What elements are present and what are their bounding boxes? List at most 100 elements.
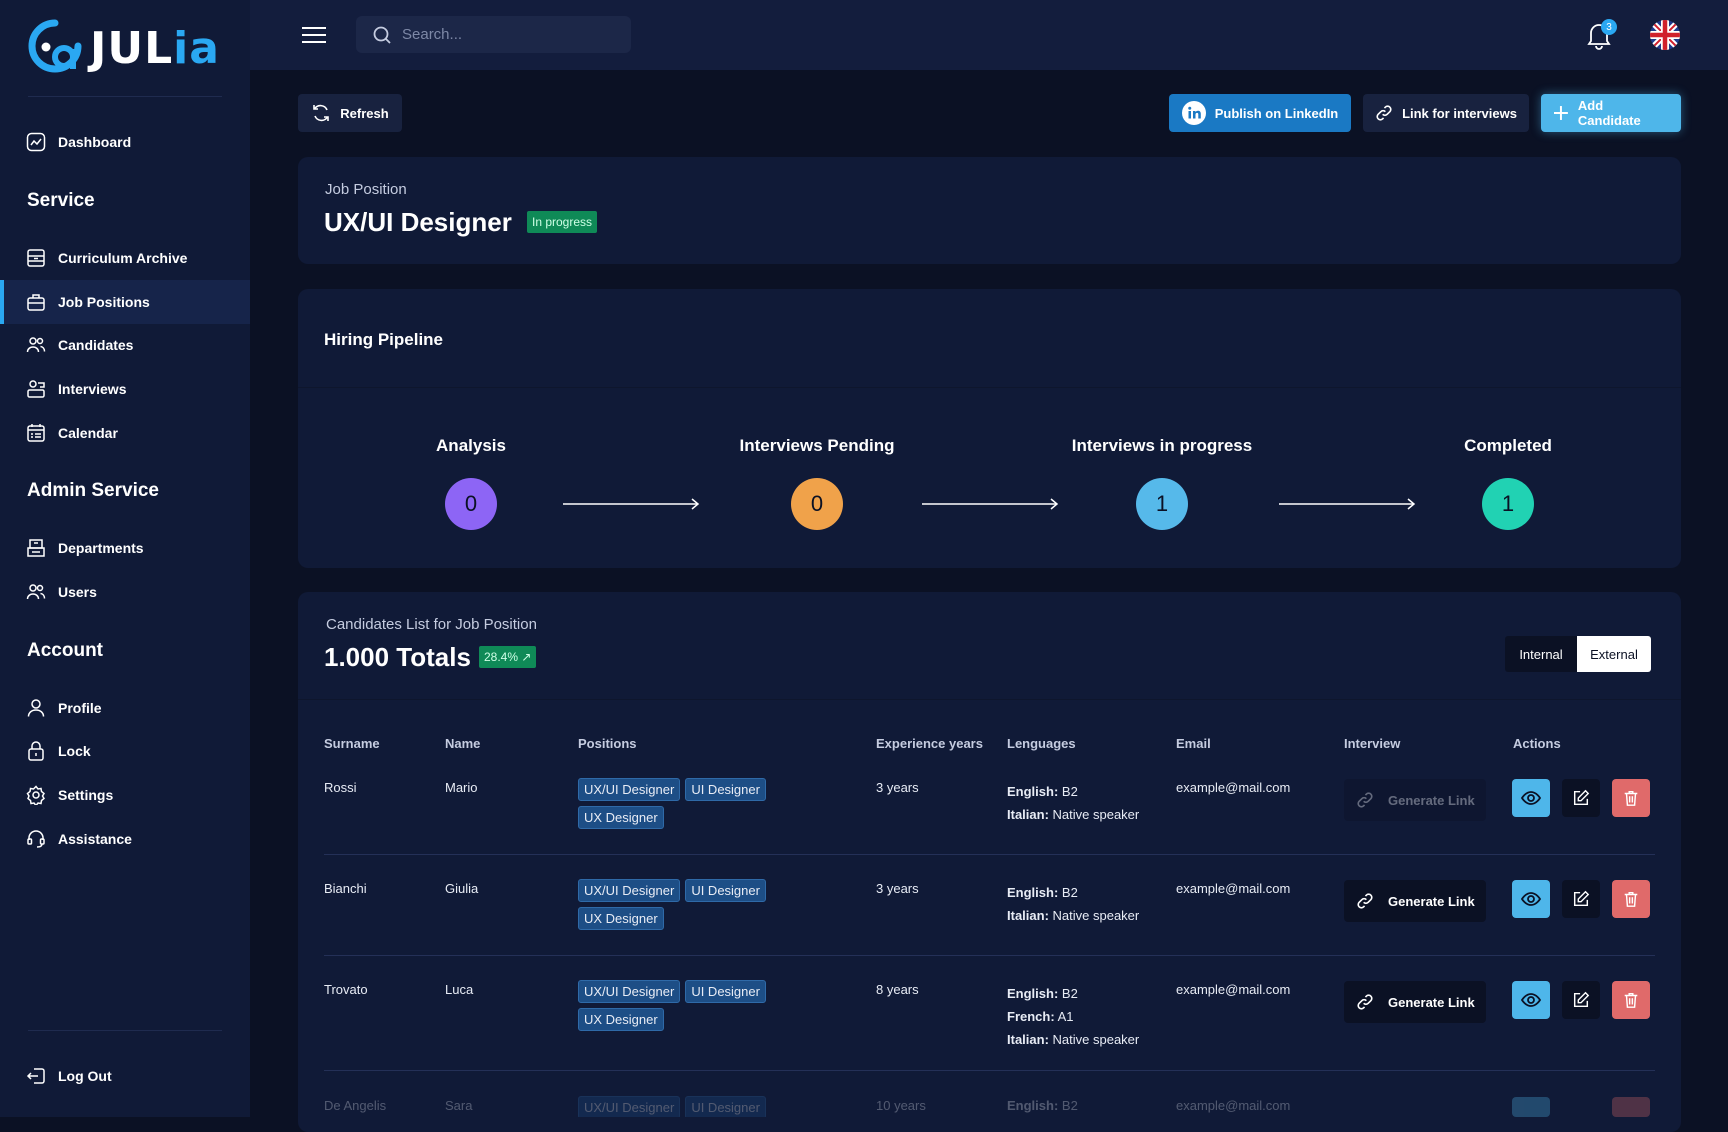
position-tag: UX Designer bbox=[578, 907, 664, 930]
cell-languages: English: B2 bbox=[1007, 1098, 1078, 1113]
gear-icon bbox=[26, 785, 45, 805]
logo-text: JULia bbox=[90, 22, 220, 74]
nav-curriculum-archive[interactable]: Curriculum Archive bbox=[0, 236, 250, 280]
generate-link-button[interactable]: Generate Link bbox=[1344, 880, 1486, 922]
sidebar: JULia Dashboard Service Curriculum Archi… bbox=[0, 0, 250, 1117]
column-header-name[interactable]: Name bbox=[445, 736, 480, 751]
divider bbox=[298, 699, 1681, 700]
column-header-interview[interactable]: Interview bbox=[1344, 736, 1400, 751]
cell-languages: English: B2 French: A1 Italian: Native s… bbox=[1007, 982, 1139, 1051]
link-for-interviews-button[interactable]: Link for interviews bbox=[1363, 94, 1529, 132]
nav-users[interactable]: Users bbox=[0, 570, 250, 614]
nav-dashboard[interactable]: Dashboard bbox=[0, 120, 250, 164]
nav-label: Candidates bbox=[58, 337, 134, 353]
link-icon bbox=[1357, 893, 1373, 909]
lock-icon bbox=[28, 741, 44, 761]
growth-badge: 28.4% ↗ bbox=[479, 646, 537, 668]
nav-profile[interactable]: Profile bbox=[0, 686, 250, 730]
nav-candidates[interactable]: Candidates bbox=[0, 323, 250, 367]
view-button[interactable] bbox=[1512, 1097, 1550, 1117]
position-tag: UX/UI Designer bbox=[578, 980, 681, 1003]
column-header-surname[interactable]: Surname bbox=[324, 736, 380, 751]
search-icon bbox=[373, 26, 391, 44]
edit-button[interactable] bbox=[1562, 880, 1600, 918]
delete-button[interactable] bbox=[1612, 981, 1650, 1019]
view-button[interactable] bbox=[1512, 779, 1550, 817]
refresh-icon bbox=[313, 104, 330, 122]
language-name: English: bbox=[1007, 784, 1059, 799]
nav-logout[interactable]: Log Out bbox=[0, 1054, 250, 1098]
language-level: B2 bbox=[1061, 986, 1078, 1001]
cell-email: example@mail.com bbox=[1176, 1098, 1291, 1113]
nav-calendar[interactable]: Calendar bbox=[0, 411, 250, 455]
button-label: Refresh bbox=[340, 105, 389, 121]
nav-assistance[interactable]: Assistance bbox=[0, 817, 250, 861]
search-bar[interactable] bbox=[356, 16, 631, 53]
column-header-languages[interactable]: Lenguages bbox=[1007, 736, 1076, 751]
julia-logo[interactable]: JULia bbox=[28, 18, 220, 78]
stage-title: Interviews Pending bbox=[739, 436, 895, 455]
stage-title: Completed bbox=[1464, 436, 1552, 455]
delete-button[interactable] bbox=[1612, 779, 1650, 817]
search-input[interactable] bbox=[402, 26, 602, 43]
nav-departments[interactable]: Departments bbox=[0, 526, 250, 570]
cell-email: example@mail.com bbox=[1176, 982, 1291, 997]
toggle-internal[interactable]: Internal bbox=[1505, 636, 1577, 672]
nav-label: Curriculum Archive bbox=[58, 250, 188, 266]
archive-icon bbox=[27, 249, 45, 267]
hamburger-menu-icon[interactable] bbox=[300, 24, 328, 46]
position-tag: UI Designer bbox=[685, 980, 766, 1003]
pipeline-stage-completed: Completed 1 bbox=[1398, 436, 1618, 530]
edit-button[interactable] bbox=[1562, 981, 1600, 1019]
cell-email: example@mail.com bbox=[1176, 780, 1291, 795]
stage-count: 0 bbox=[445, 478, 497, 530]
status-badge: In progress bbox=[527, 211, 598, 233]
eye-icon bbox=[1521, 791, 1541, 805]
column-header-email[interactable]: Email bbox=[1176, 736, 1211, 751]
calendar-icon bbox=[27, 424, 45, 442]
position-tag: UX/UI Designer bbox=[578, 1096, 681, 1117]
language-level: B2 bbox=[1061, 1098, 1078, 1113]
delete-button[interactable] bbox=[1612, 880, 1650, 918]
view-button[interactable] bbox=[1512, 880, 1550, 918]
headset-icon bbox=[27, 830, 45, 848]
refresh-button[interactable]: Refresh bbox=[298, 94, 402, 132]
nav-lock[interactable]: Lock bbox=[0, 729, 250, 773]
button-label: Add Candidate bbox=[1577, 98, 1641, 128]
add-candidate-button[interactable]: Add Candidate bbox=[1541, 94, 1681, 132]
notification-badge: 3 bbox=[1601, 19, 1617, 35]
column-header-positions[interactable]: Positions bbox=[578, 736, 637, 751]
generate-link-button[interactable]: Generate Link bbox=[1344, 981, 1486, 1023]
candidates-total: 1.000 Totals bbox=[324, 642, 471, 672]
row-divider bbox=[324, 1070, 1655, 1071]
uk-flag-icon[interactable] bbox=[1650, 20, 1680, 50]
stage-count: 0 bbox=[791, 478, 843, 530]
position-tag: UX Designer bbox=[578, 806, 664, 829]
language-name: English: bbox=[1007, 986, 1059, 1001]
dashboard-icon bbox=[26, 132, 46, 152]
cell-surname: Trovato bbox=[324, 982, 368, 997]
link-icon bbox=[1357, 792, 1373, 808]
cell-experience: 3 years bbox=[876, 881, 919, 896]
logo-mark-icon bbox=[28, 19, 82, 73]
stage-title: Interviews in progress bbox=[1071, 436, 1253, 455]
toggle-external[interactable]: External bbox=[1577, 636, 1651, 672]
delete-button[interactable] bbox=[1612, 1097, 1650, 1117]
position-tag: UX/UI Designer bbox=[578, 778, 681, 801]
column-header-experience[interactable]: Experience years bbox=[876, 736, 983, 751]
edit-button[interactable] bbox=[1562, 779, 1600, 817]
view-button[interactable] bbox=[1512, 981, 1550, 1019]
language-name: English: bbox=[1007, 1098, 1059, 1113]
publish-linkedin-button[interactable]: Publish on LinkedIn bbox=[1169, 94, 1351, 132]
nav-job-positions[interactable]: Job Positions bbox=[0, 280, 250, 324]
nav-interviews[interactable]: Interviews bbox=[0, 367, 250, 411]
cell-surname: Bianchi bbox=[324, 881, 367, 896]
eye-icon bbox=[1521, 993, 1541, 1007]
divider bbox=[28, 96, 222, 97]
nav-label: Assistance bbox=[58, 831, 132, 847]
cell-surname: Rossi bbox=[324, 780, 357, 795]
stage-count: 1 bbox=[1136, 478, 1188, 530]
cell-experience: 8 years bbox=[876, 982, 919, 997]
cell-name: Mario bbox=[445, 780, 478, 795]
nav-settings[interactable]: Settings bbox=[0, 773, 250, 817]
